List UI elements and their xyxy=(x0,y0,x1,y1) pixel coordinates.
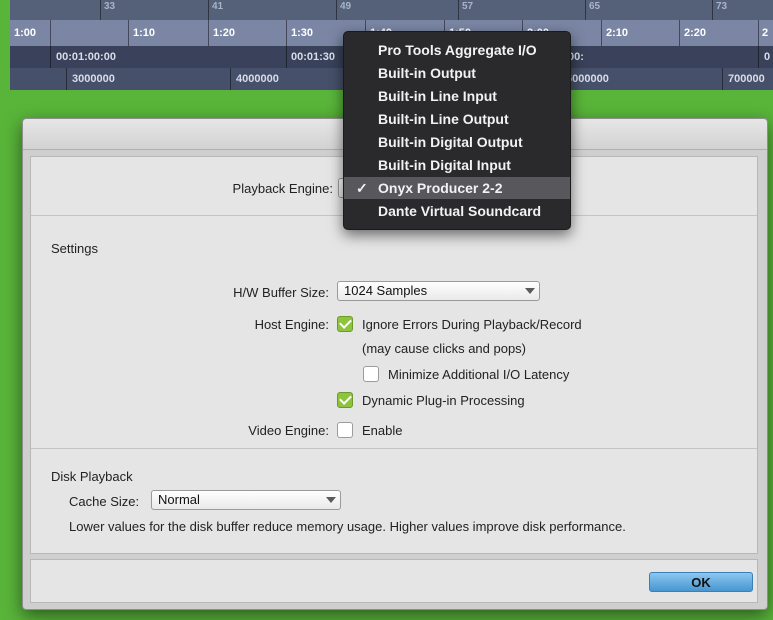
menu-item-built-in-digital-output[interactable]: Built-in Digital Output xyxy=(344,131,570,153)
menu-item-label: Built-in Digital Input xyxy=(378,157,511,173)
menu-item-built-in-output[interactable]: Built-in Output xyxy=(344,62,570,84)
ruler-tick xyxy=(66,68,67,90)
ruler-tick xyxy=(758,46,759,68)
minsecs-label: 1:10 xyxy=(133,27,156,39)
menu-item-onyx-producer[interactable]: ✓ Onyx Producer 2-2 xyxy=(344,177,570,199)
menu-item-built-in-line-input[interactable]: Built-in Line Input xyxy=(344,85,570,107)
chevron-down-icon xyxy=(525,288,535,294)
bar-label: 49 xyxy=(340,1,352,12)
minsecs-label: 1:20 xyxy=(213,27,236,39)
settings-heading: Settings xyxy=(51,241,98,256)
checkmark-icon: ✓ xyxy=(356,180,368,196)
cache-size-label: Cache Size: xyxy=(69,494,140,509)
menu-item-label: Built-in Digital Output xyxy=(378,134,523,150)
bar-label: 65 xyxy=(589,1,601,12)
bar-label: 41 xyxy=(212,1,224,12)
ok-button[interactable]: OK xyxy=(649,572,753,592)
video-enable-checkbox[interactable] xyxy=(337,422,353,438)
minimize-latency-label[interactable]: Minimize Additional I/O Latency xyxy=(388,367,569,382)
cache-size-value: Normal xyxy=(158,492,200,507)
disk-note: Lower values for the disk buffer reduce … xyxy=(69,519,626,534)
minsecs-label: 1:30 xyxy=(291,27,314,39)
dynamic-plugin-label[interactable]: Dynamic Plug-in Processing xyxy=(362,393,525,408)
ruler-tick xyxy=(208,0,209,20)
minsecs-label: 2:20 xyxy=(684,27,707,39)
menu-item-label: Dante Virtual Soundcard xyxy=(378,203,542,219)
minsecs-label: 2:10 xyxy=(606,27,629,39)
ruler-tick xyxy=(50,46,51,68)
ruler-tick xyxy=(722,68,723,90)
cache-size-select[interactable]: Normal xyxy=(151,490,341,510)
ruler-tick xyxy=(208,20,209,46)
ruler-tick xyxy=(100,0,101,20)
ignore-errors-note: (may cause clicks and pops) xyxy=(362,341,527,356)
ruler-tick xyxy=(758,20,759,46)
ruler-tick xyxy=(458,0,459,20)
ruler-tick xyxy=(286,46,287,68)
dynamic-plugin-checkbox[interactable] xyxy=(337,392,353,408)
ruler-tick xyxy=(50,20,51,46)
ruler-tick xyxy=(712,0,713,20)
video-engine-label: Video Engine: xyxy=(248,423,329,438)
playback-engine-menu: Pro Tools Aggregate I/O Built-in Output … xyxy=(343,31,571,230)
ruler-tick xyxy=(230,68,231,90)
bar-label: 33 xyxy=(104,1,116,12)
menu-item-label: Built-in Line Input xyxy=(378,88,497,104)
ruler-tick xyxy=(585,0,586,20)
bar-label: 73 xyxy=(716,1,728,12)
playback-engine-label: Playback Engine: xyxy=(232,181,333,196)
ruler-tick xyxy=(336,0,337,20)
menu-item-pro-tools-aggregate[interactable]: Pro Tools Aggregate I/O xyxy=(344,39,570,61)
minsecs-label: 2 xyxy=(762,27,769,39)
video-enable-label[interactable]: Enable xyxy=(362,423,402,438)
menu-item-built-in-line-output[interactable]: Built-in Line Output xyxy=(344,108,570,130)
menu-item-label: Pro Tools Aggregate I/O xyxy=(378,42,537,58)
timecode-label: 00:01:30 xyxy=(291,51,336,63)
timecode-label: 0 xyxy=(764,51,771,63)
bar-label: 57 xyxy=(462,1,474,12)
disk-playback-heading: Disk Playback xyxy=(51,469,133,484)
host-engine-label: Host Engine: xyxy=(254,317,329,332)
ruler-tick xyxy=(679,20,680,46)
timecode-label: 00:01:00:00 xyxy=(56,51,116,63)
hw-buffer-label: H/W Buffer Size: xyxy=(233,285,329,300)
menu-item-built-in-digital-input[interactable]: Built-in Digital Input xyxy=(344,154,570,176)
hw-buffer-value: 1024 Samples xyxy=(344,283,428,298)
ruler-tick xyxy=(601,20,602,46)
ignore-errors-checkbox[interactable] xyxy=(337,316,353,332)
samples-label: 700000 xyxy=(728,73,765,85)
samples-label: 4000000 xyxy=(236,73,279,85)
bars-ruler[interactable]: 33 41 49 57 65 73 xyxy=(10,0,773,20)
minimize-latency-checkbox[interactable] xyxy=(363,366,379,382)
ignore-errors-label[interactable]: Ignore Errors During Playback/Record xyxy=(362,317,582,332)
samples-label: 3000000 xyxy=(72,73,115,85)
ruler-tick xyxy=(286,20,287,46)
chevron-down-icon xyxy=(326,497,336,503)
menu-item-dante-virtual-soundcard[interactable]: Dante Virtual Soundcard xyxy=(344,200,570,222)
menu-item-label: Onyx Producer 2-2 xyxy=(378,180,503,196)
menu-item-label: Built-in Line Output xyxy=(378,111,509,127)
hw-buffer-select[interactable]: 1024 Samples xyxy=(337,281,540,301)
minsecs-label: 1:00 xyxy=(14,27,37,39)
ruler-tick xyxy=(128,20,129,46)
divider xyxy=(31,448,757,449)
menu-item-label: Built-in Output xyxy=(378,65,476,81)
samples-label: 6000000 xyxy=(566,73,609,85)
dialog-footer: OK xyxy=(30,559,758,603)
